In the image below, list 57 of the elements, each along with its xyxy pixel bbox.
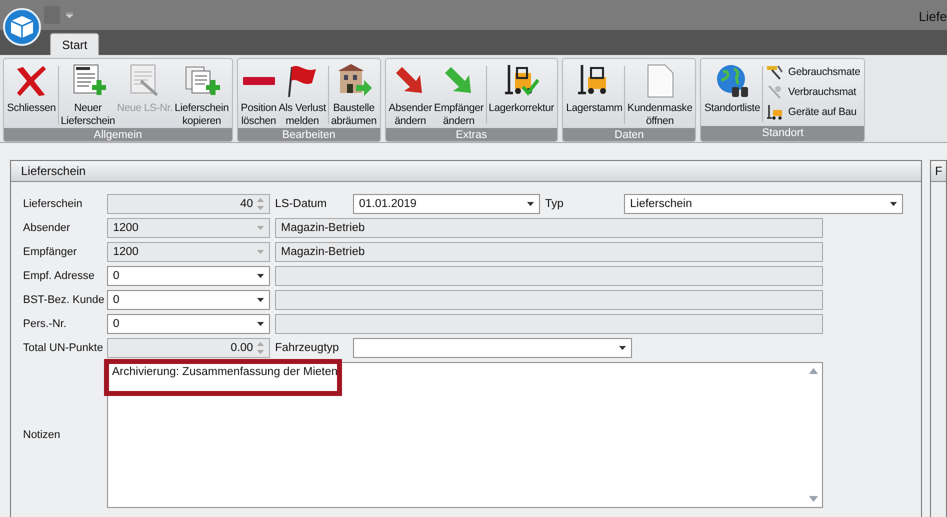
dropdown-field[interactable] [353,338,632,358]
dropdown-arrow-icon[interactable] [257,274,264,278]
ribbon-button[interactable]: Lagerstamm [565,60,624,128]
app-logo-icon[interactable] [3,8,41,46]
ribbon-button[interactable]: Gebrauchsmate [764,64,862,80]
dropdown-arrow-icon[interactable] [527,202,534,206]
group-label: Allgemein [4,128,232,141]
group-label: Bearbeiten [238,128,380,141]
notes-field[interactable]: Archivierung: Zusammenfassung der Mieten [107,362,823,508]
dropdown-arrow-icon[interactable] [257,322,264,326]
field-label: LS-Datum [274,198,328,210]
ribbon-button[interactable]: Verbrauchsmat [764,84,862,100]
group-label: Daten [563,128,696,141]
panel-title: Lieferschein [21,164,86,178]
ribbon-button[interactable]: Als Verlust melden [278,60,327,128]
window-title: Liefe [918,9,947,24]
ribbon-button[interactable]: Lieferschein kopieren [174,60,230,128]
group-label: Extras [386,128,558,141]
globe-binoculars-icon [714,63,750,99]
ribbon-button[interactable]: Neuer Lieferschein [60,60,116,128]
ribbon-button[interactable]: Baustelle abräumen [330,60,378,128]
minus-icon [242,77,275,85]
dropdown-field[interactable]: 01.01.2019 [353,194,540,214]
ribbon-button[interactable]: Position löschen [240,60,278,128]
dropdown-arrow-icon[interactable] [890,202,897,206]
panel-title: F [935,164,942,178]
ribbon-tab[interactable]: Start [50,33,100,55]
field-label: Total UN-Punkte [23,342,104,354]
ribbon-button[interactable]: Geräte auf Bau [764,104,862,120]
field-label: BST-Bez. Kunde [23,294,106,306]
scroll-up-icon[interactable] [808,368,818,374]
field-label: Empfänger [23,246,78,258]
dropdown-field[interactable]: 0 [107,290,270,310]
field-label: Pers.-Nr. [23,318,68,330]
dropdown-arrow-icon[interactable] [619,346,626,350]
field-label: Absender [23,222,72,234]
caret-icon[interactable] [66,12,73,18]
dropdown-field[interactable]: 0 [107,266,270,286]
ribbon-button[interactable]: Standortliste [703,60,762,126]
group-label: Standort [701,126,864,141]
field-label: Lieferschein [23,198,84,210]
tools-icon [766,64,784,80]
ribbon-button[interactable]: Schliessen [6,60,57,128]
dropdown-arrow-icon[interactable] [257,298,264,302]
dropdown-field[interactable]: 0 [107,314,270,334]
ribbon-button[interactable]: Kundenmaske öffnen [626,60,694,128]
dropdown-field[interactable]: Lieferschein [624,194,903,214]
building-arrow-icon [336,63,372,99]
ribbon-button[interactable]: Lagerkorrektur [488,60,556,128]
field-label: Typ [544,198,565,210]
ribbon-button[interactable]: Absender ändern [388,60,434,128]
field-label: Empf. Adresse [23,270,96,282]
field-label: Notizen [23,429,62,441]
field-label: Fahrzeugtyp [274,342,340,354]
forklift-icon [766,104,784,120]
ribbon-button[interactable]: Empfänger ändern [433,60,485,128]
scroll-down-icon[interactable] [808,496,818,502]
